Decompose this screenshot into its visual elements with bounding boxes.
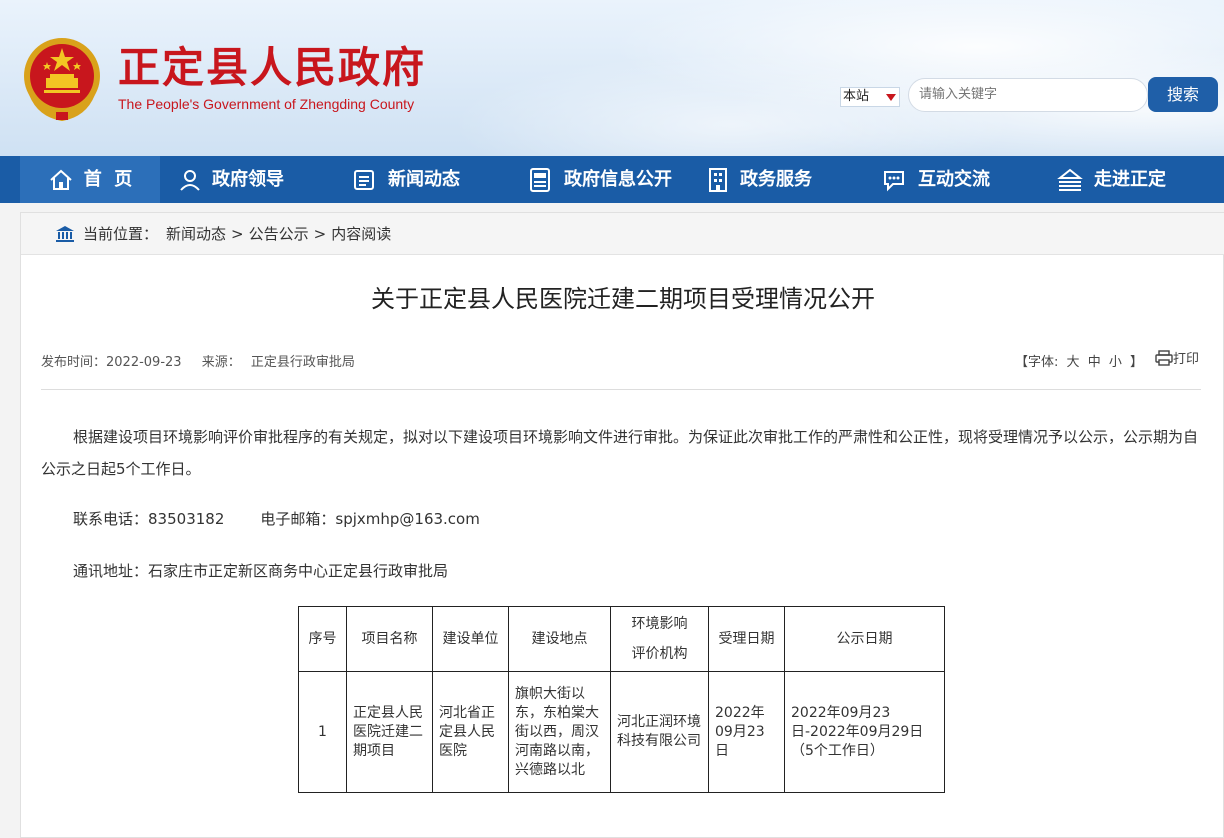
- nav-label: 首 页: [83, 169, 133, 190]
- print-label: 打印: [1173, 352, 1200, 367]
- table-header: 受理日期: [708, 606, 785, 672]
- font-ctrl-suffix: 】: [1130, 355, 1144, 370]
- table-header: 公示日期: [784, 606, 945, 672]
- newspaper-icon: [530, 167, 550, 192]
- search-input[interactable]: [908, 78, 1148, 112]
- nav-item-about[interactable]: 走进正定: [1056, 156, 1166, 203]
- home-icon: [50, 169, 72, 190]
- nav-item-home[interactable]: 首 页: [20, 156, 160, 203]
- dropdown-arrow-icon: [886, 94, 896, 101]
- font-small-button[interactable]: 小: [1109, 355, 1122, 370]
- nav-item-services[interactable]: 政务服务: [706, 156, 812, 203]
- nav-label: 新闻动态: [388, 169, 460, 190]
- email-label: 电子邮箱：: [260, 510, 336, 528]
- site-title: 正定县人民政府: [118, 43, 427, 92]
- phone-label: 联系电话：: [73, 510, 149, 528]
- search-scope-value: 本站: [843, 89, 870, 104]
- publish-label: 发布时间：: [41, 355, 107, 370]
- print-button[interactable]: 打印: [1155, 348, 1199, 367]
- news-icon: [354, 169, 374, 190]
- nav-label: 走进正定: [1094, 169, 1166, 190]
- table-header: 建设单位: [432, 606, 509, 672]
- divider: [41, 389, 1201, 390]
- source-value: 正定县行政审批局: [250, 355, 355, 370]
- table-header-line: 环境影响: [631, 616, 688, 632]
- breadcrumb-link-notices[interactable]: 公告公示: [249, 223, 309, 244]
- table-header: 建设地点: [508, 606, 611, 672]
- publish-date: 2022-09-23: [106, 355, 182, 370]
- contact-line: 联系电话：83503182 电子邮箱：spjxmhp@163.com: [41, 503, 1201, 535]
- site-header: 正定县人民政府 The People's Government of Zheng…: [0, 0, 1224, 156]
- address-value: 石家庄市正定新区商务中心正定县行政审批局: [148, 562, 449, 580]
- table-cell-unit: 河北省正定县人民医院: [432, 671, 509, 793]
- table-cell-location: 旗帜大街以东，东柏棠大街以西，周汉河南路以南，兴德路以北: [508, 671, 611, 793]
- article-title: 关于正定县人民医院迁建二期项目受理情况公开: [371, 285, 875, 313]
- printer-icon: [1155, 349, 1173, 366]
- font-large-button[interactable]: 大: [1067, 355, 1080, 370]
- person-icon: [180, 169, 200, 191]
- table-cell-project: 正定县人民医院迁建二期项目: [346, 671, 433, 793]
- intro-paragraph: 根据建设项目环境影响评价审批程序的有关规定，拟对以下建设项目环境影响文件进行审批…: [41, 428, 1199, 478]
- content-panel: 当前位置： 新闻动态 > 公告公示 > 内容阅读 关于正定县人民医院迁建二期项目…: [20, 212, 1224, 838]
- table-cell-no: 1: [298, 671, 347, 793]
- article-meta: 发布时间：2022-09-23 来源： 正定县行政审批局: [41, 351, 361, 370]
- nav-label: 政务服务: [740, 169, 812, 190]
- search-button[interactable]: 搜索: [1148, 77, 1218, 112]
- table-header: 项目名称: [346, 606, 433, 672]
- bank-icon: [56, 225, 74, 242]
- nav-item-news[interactable]: 新闻动态: [352, 156, 460, 203]
- breadcrumb-separator: >: [231, 224, 244, 243]
- breadcrumb: 当前位置： 新闻动态 > 公告公示 > 内容阅读: [21, 213, 1224, 255]
- search-scope-select[interactable]: 本站: [840, 87, 900, 107]
- nav-item-interaction[interactable]: 互动交流: [882, 156, 990, 203]
- email-value: spjxmhp@163.com: [335, 510, 480, 528]
- nav-item-leaders[interactable]: 政府领导: [178, 156, 284, 203]
- nav-label: 政府领导: [212, 169, 284, 190]
- table-header-line: 评价机构: [631, 646, 688, 662]
- font-ctrl-prefix: 【字体:: [1015, 355, 1059, 370]
- main-nav: 首 页 政府领导 新闻动态 政府信息公开 政务服务 互动交流 走进正定: [0, 156, 1224, 203]
- table-cell-accept-date: 2022年09月23日: [708, 671, 785, 793]
- chat-icon: [884, 170, 904, 191]
- table-cell-agency: 河北正润环境科技有限公司: [610, 671, 709, 793]
- nav-label: 互动交流: [918, 169, 990, 190]
- breadcrumb-link-news[interactable]: 新闻动态: [166, 223, 226, 244]
- building-icon: [709, 167, 727, 192]
- table-header-row: 序号 项目名称 建设单位 建设地点 环境影响 评价机构 受理日期 公示日期: [298, 606, 945, 672]
- table-row: 1 正定县人民医院迁建二期项目 河北省正定县人民医院 旗帜大街以东，东柏棠大街以…: [298, 671, 945, 793]
- breadcrumb-current: 内容阅读: [331, 225, 392, 243]
- national-emblem-icon: [24, 38, 100, 122]
- breadcrumb-separator: >: [313, 224, 327, 243]
- nav-item-info-disclosure[interactable]: 政府信息公开: [528, 156, 672, 203]
- landmark-icon: [1057, 168, 1083, 191]
- address-line: 通讯地址：石家庄市正定新区商务中心正定县行政审批局: [41, 555, 1201, 587]
- font-medium-button[interactable]: 中: [1088, 355, 1101, 370]
- phone-value: 83503182: [148, 510, 225, 528]
- site-subtitle: The People's Government of Zhengding Cou…: [118, 96, 415, 112]
- table-cell-notice-date: 2022年09月23日-2022年09月29日（5个工作日）: [784, 671, 945, 793]
- table-header: 序号: [298, 606, 347, 672]
- project-table: 序号 项目名称 建设单位 建设地点 环境影响 评价机构 受理日期 公示日期 1 …: [298, 606, 945, 793]
- table-header: 环境影响 评价机构: [610, 606, 709, 672]
- address-label: 通讯地址：: [73, 562, 149, 580]
- nav-label: 政府信息公开: [564, 169, 672, 190]
- breadcrumb-prefix: 当前位置：: [83, 225, 159, 243]
- source-label: 来源：: [201, 355, 241, 370]
- font-size-control: 【字体: 大 中 小 】: [1015, 351, 1143, 370]
